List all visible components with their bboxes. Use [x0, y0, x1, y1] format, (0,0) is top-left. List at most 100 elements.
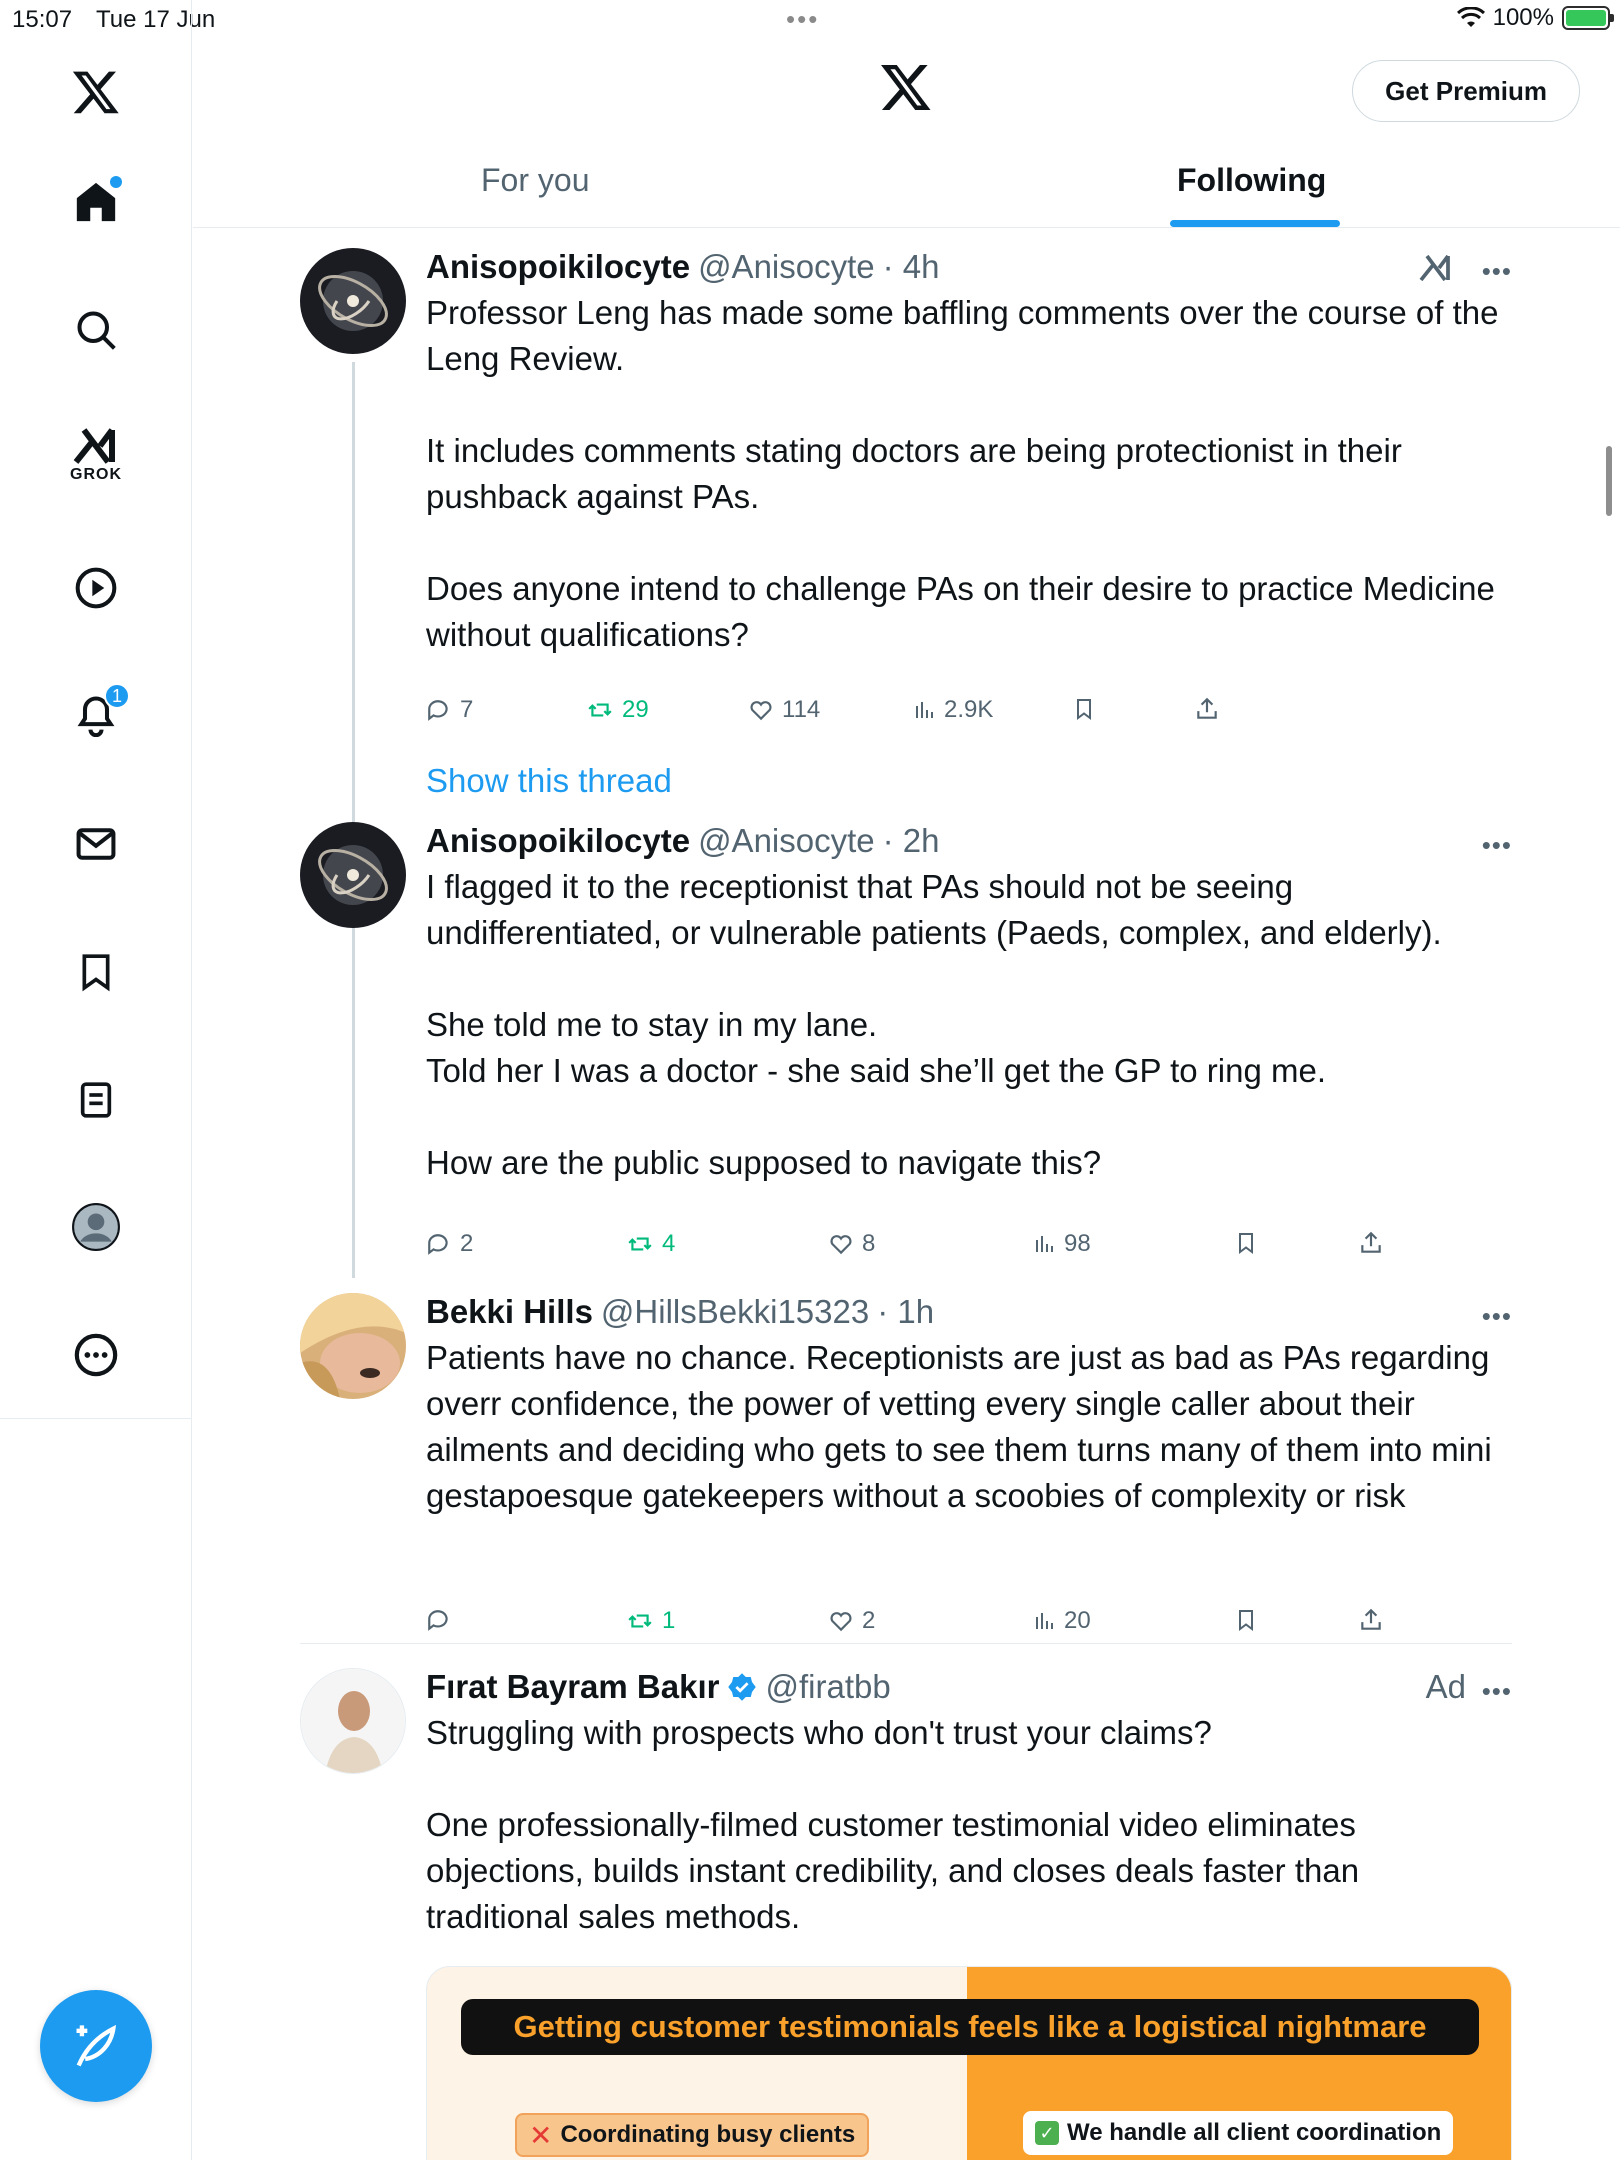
tab-for-you[interactable]: For you	[481, 162, 589, 199]
home-icon[interactable]	[66, 172, 126, 232]
share-icon	[1361, 1608, 1381, 1630]
bookmark-icon	[1239, 1233, 1253, 1254]
heart-icon	[830, 1235, 852, 1255]
share-button[interactable]	[1194, 696, 1220, 722]
bookmarks-icon[interactable]	[66, 942, 126, 1002]
more-options-icon[interactable]: •••	[1482, 1676, 1512, 1707]
tweet-text: Patients have no chance. Receptionists a…	[426, 1339, 1501, 1514]
sidebar-divider	[0, 1418, 192, 1419]
ad-card-problem-pill: ✕ Coordinating busy clients	[515, 2113, 870, 2157]
grok-analyze-icon[interactable]	[1418, 252, 1454, 289]
multitask-dots-icon[interactable]: •••	[786, 4, 819, 35]
feed-separator	[300, 1643, 1512, 1644]
ad-card-solution-pill: ✓ We handle all client coordination	[1023, 2111, 1454, 2155]
share-button[interactable]	[1358, 1230, 1384, 1256]
share-button[interactable]	[1358, 1607, 1384, 1633]
share-icon	[1197, 697, 1217, 719]
author-name[interactable]: Anisopoikilocyte	[426, 248, 690, 286]
bookmark-button[interactable]	[1072, 696, 1096, 722]
author-handle[interactable]: @firatbb	[765, 1668, 890, 1706]
battery-percent: 100%	[1492, 4, 1554, 31]
more-options-icon[interactable]: •••	[1482, 830, 1512, 861]
retweet-count: 29	[622, 696, 649, 723]
view-count: 98	[1064, 1230, 1091, 1257]
like-button[interactable]: 2	[828, 1607, 875, 1635]
more-options-icon[interactable]: •••	[1482, 256, 1512, 287]
tweet-text: Professor Leng has made some baffling co…	[426, 294, 1499, 653]
retweet-button[interactable]: 29	[586, 696, 649, 724]
bookmark-icon	[1077, 699, 1091, 720]
author-handle[interactable]: @Anisocyte	[698, 822, 875, 860]
tweet-time[interactable]: · 2h	[883, 822, 940, 860]
grok-icon[interactable]: GROK	[66, 425, 126, 485]
avatar[interactable]	[300, 248, 406, 354]
active-tab-indicator	[1170, 220, 1340, 227]
author-name[interactable]: Bekki Hills	[426, 1293, 593, 1331]
compose-post-button[interactable]	[40, 1990, 152, 2102]
retweet-count: 4	[662, 1230, 676, 1257]
bookmark-button[interactable]	[1234, 1607, 1258, 1633]
author-handle[interactable]: @HillsBekki15323	[601, 1293, 869, 1331]
tweet-time[interactable]: · 1h	[877, 1293, 934, 1331]
views-button[interactable]: 2.9K	[912, 696, 993, 724]
lists-icon[interactable]	[66, 1070, 126, 1130]
view-count: 2.9K	[944, 696, 994, 723]
retweet-count: 1	[662, 1607, 676, 1634]
grok-label: GROK	[70, 466, 122, 483]
timeline-header: Get Premium For you Following	[193, 40, 1620, 228]
author-name[interactable]: Fırat Bayram Bakır	[426, 1668, 719, 1706]
tweet-time[interactable]: · 4h	[883, 248, 940, 286]
reply-icon	[428, 1610, 448, 1631]
heart-icon	[830, 1612, 852, 1632]
reply-icon	[428, 1234, 448, 1255]
avatar[interactable]	[300, 1293, 406, 1399]
reply-icon	[428, 700, 448, 721]
retweet-button[interactable]: 4	[626, 1230, 675, 1258]
x-logo-icon[interactable]	[879, 60, 933, 119]
avatar[interactable]	[300, 1668, 406, 1774]
status-right: 100%	[1456, 4, 1614, 32]
sidebar: GROK 1	[0, 0, 192, 2160]
retweet-button[interactable]: 1	[626, 1607, 675, 1635]
like-count: 114	[782, 696, 821, 723]
x-logo-icon[interactable]	[66, 62, 126, 122]
like-count: 2	[862, 1607, 876, 1634]
author-handle[interactable]: @Anisocyte	[698, 248, 875, 286]
more-options-icon[interactable]	[66, 1325, 126, 1385]
author-name[interactable]: Anisopoikilocyte	[426, 822, 690, 860]
like-count: 8	[862, 1230, 876, 1257]
heart-icon	[750, 701, 772, 721]
checkmark-icon: ✓	[1035, 2121, 1059, 2145]
thread-line	[352, 936, 355, 1278]
tweet-header: Fırat Bayram Bakır @firatbb	[426, 1668, 891, 1706]
reply-button[interactable]: 2	[426, 1230, 473, 1258]
bookmark-button[interactable]	[1234, 1230, 1258, 1256]
status-bar: 15:07 Tue 17 Jun ••• 100%	[0, 0, 1620, 40]
views-button[interactable]: 20	[1032, 1607, 1091, 1635]
more-options-icon[interactable]: •••	[1482, 1301, 1512, 1332]
profile-avatar-icon[interactable]	[66, 1197, 126, 1257]
video-play-icon[interactable]	[66, 558, 126, 618]
views-button[interactable]: 98	[1032, 1230, 1091, 1258]
notifications-bell-icon[interactable]: 1	[66, 683, 130, 745]
retweet-icon	[588, 703, 612, 717]
ad-card-problem-text: Coordinating busy clients	[560, 2121, 856, 2148]
tweet-text: Struggling with prospects who don't trus…	[426, 1714, 1360, 1935]
scrollbar-thumb[interactable]	[1606, 446, 1612, 516]
like-button[interactable]: 8	[828, 1230, 875, 1258]
reply-count: 2	[460, 1230, 474, 1257]
verified-badge-icon	[728, 1673, 757, 1701]
get-premium-button[interactable]: Get Premium	[1352, 60, 1580, 122]
like-button[interactable]: 114	[748, 696, 820, 724]
share-icon	[1361, 1231, 1381, 1253]
avatar[interactable]	[300, 822, 406, 928]
home-unread-dot	[110, 176, 122, 188]
search-icon[interactable]	[66, 300, 126, 360]
tab-following[interactable]: Following	[1177, 162, 1326, 199]
ad-card-media[interactable]: Getting customer testimonials feels like…	[426, 1966, 1512, 2160]
show-thread-link[interactable]: Show this thread	[426, 762, 672, 800]
views-chart-icon	[1036, 1613, 1053, 1629]
reply-button[interactable]	[426, 1607, 460, 1633]
messages-mail-icon[interactable]	[66, 814, 126, 874]
reply-button[interactable]: 7	[426, 696, 473, 724]
